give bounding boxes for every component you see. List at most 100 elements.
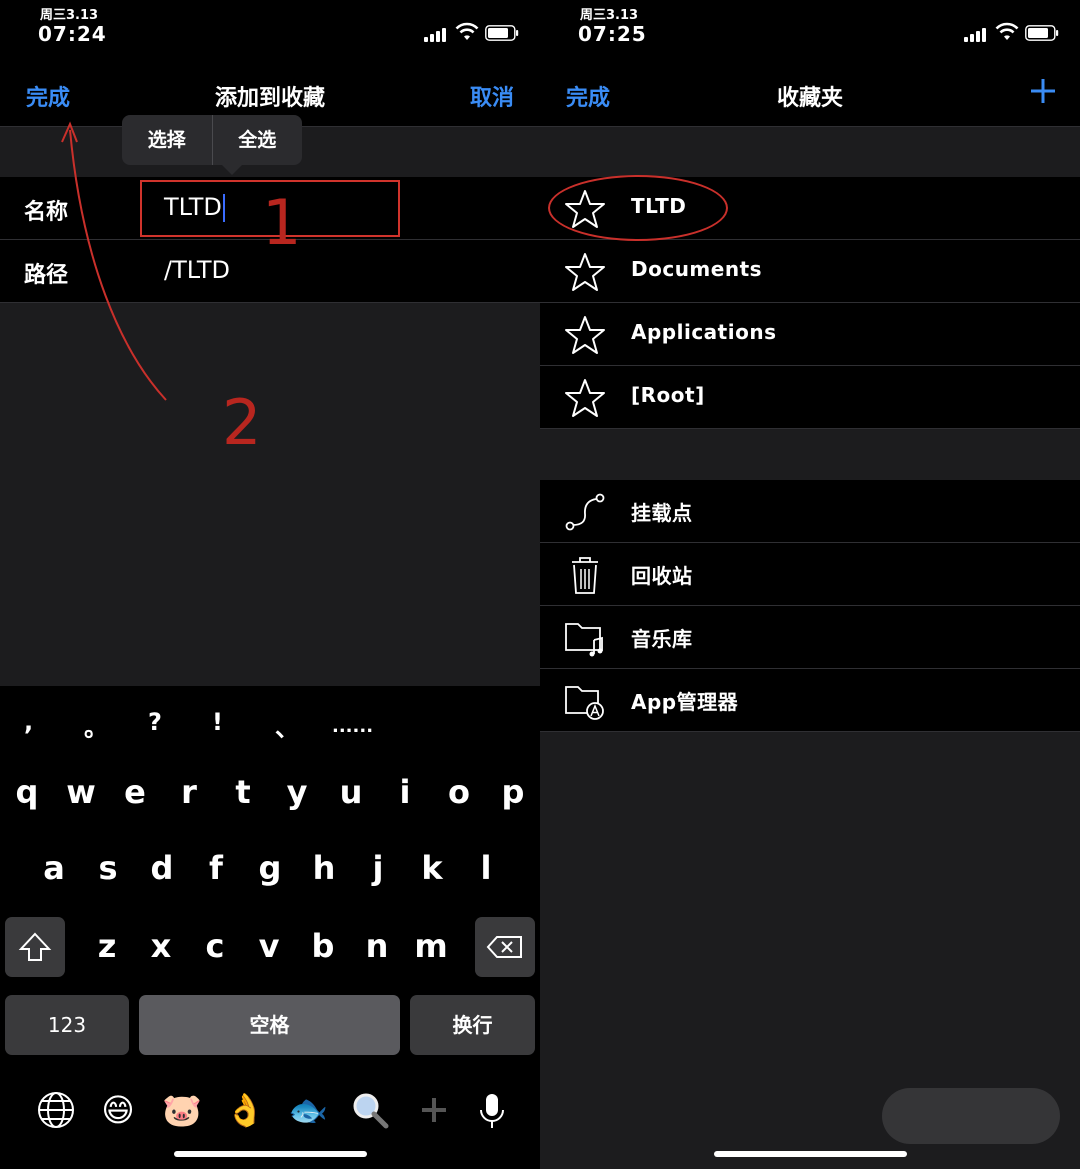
key-u[interactable]: u xyxy=(324,762,378,822)
location-label: 回收站 xyxy=(631,564,693,588)
emoji-ok-hand-icon[interactable]: 👌 xyxy=(225,1090,265,1130)
add-favorite-screen: 周三3.13 07:24 完成 添加到收藏 取消 名称 TLTD 路径 /TLT… xyxy=(0,0,540,1169)
key-m[interactable]: m xyxy=(404,916,458,976)
cancel-button[interactable]: 取消 xyxy=(470,80,514,112)
favorite-item-documents[interactable]: Documents xyxy=(540,240,1080,303)
status-date: 周三3.13 xyxy=(40,8,99,23)
battery-icon xyxy=(485,25,519,41)
punctuation-row: , 。 ? ! 、 ...... xyxy=(0,686,540,762)
key-i[interactable]: i xyxy=(378,762,432,822)
shift-key[interactable] xyxy=(5,917,65,977)
keyboard-toolbar: 😄 🐷 👌 🐟 xyxy=(0,1082,540,1142)
watermark-blur xyxy=(882,1088,1060,1144)
app-folder-icon xyxy=(565,686,604,720)
home-indicator[interactable] xyxy=(714,1151,907,1157)
space-key[interactable]: 空格 xyxy=(139,995,400,1055)
wifi-icon xyxy=(995,22,1019,40)
wifi-icon xyxy=(455,22,479,40)
page-title: 收藏夹 xyxy=(776,86,843,111)
key-question[interactable]: ? xyxy=(148,708,162,736)
numbers-key[interactable]: 123 xyxy=(5,995,129,1055)
delete-key[interactable] xyxy=(475,917,535,977)
annotation-step-2: 2 xyxy=(222,386,262,459)
key-enumeration-comma[interactable]: 、 xyxy=(275,708,299,743)
location-label: 挂载点 xyxy=(631,501,693,525)
key-s[interactable]: s xyxy=(81,838,135,898)
path-label: 路径 xyxy=(24,263,69,288)
key-e[interactable]: e xyxy=(108,762,162,822)
star-icon xyxy=(565,253,605,291)
location-item-mount-points[interactable]: 挂载点 xyxy=(540,480,1080,543)
key-h[interactable]: h xyxy=(297,838,351,898)
key-y[interactable]: y xyxy=(270,762,324,822)
status-time: 07:25 xyxy=(578,22,647,46)
key-w[interactable]: w xyxy=(54,762,108,822)
key-b[interactable]: b xyxy=(296,916,350,976)
key-o[interactable]: o xyxy=(432,762,486,822)
location-item-trash[interactable]: 回收站 xyxy=(540,543,1080,606)
key-comma[interactable]: , xyxy=(24,708,33,736)
key-k[interactable]: k xyxy=(405,838,459,898)
key-t[interactable]: t xyxy=(216,762,270,822)
key-exclaim[interactable]: ! xyxy=(212,708,223,736)
status-time: 07:24 xyxy=(38,22,107,46)
emoji-fish-icon[interactable]: 🐟 xyxy=(288,1090,328,1130)
key-period[interactable]: 。 xyxy=(84,708,108,743)
key-a[interactable]: a xyxy=(27,838,81,898)
select-menu-item[interactable]: 选择 xyxy=(122,115,213,165)
cellular-signal-icon xyxy=(424,26,450,42)
location-label: 音乐库 xyxy=(631,627,693,651)
key-g[interactable]: g xyxy=(243,838,297,898)
favorite-item-root[interactable]: [Root] xyxy=(540,366,1080,429)
music-folder-icon xyxy=(565,623,603,657)
page-title: 添加到收藏 xyxy=(214,86,325,111)
key-j[interactable]: j xyxy=(351,838,405,898)
home-indicator[interactable] xyxy=(174,1151,367,1157)
edit-menu-pointer xyxy=(222,165,242,175)
mount-point-icon xyxy=(565,493,605,531)
status-bar: 周三3.13 07:25 xyxy=(540,0,1080,60)
key-q[interactable]: q xyxy=(0,762,54,822)
star-icon xyxy=(565,316,605,354)
key-n[interactable]: n xyxy=(350,916,404,976)
globe-icon[interactable] xyxy=(36,1090,76,1130)
location-label: App管理器 xyxy=(631,690,739,714)
location-item-music-library[interactable]: 音乐库 xyxy=(540,606,1080,669)
status-bar: 周三3.13 07:24 xyxy=(0,0,540,60)
location-item-app-manager[interactable]: App管理器 xyxy=(540,669,1080,732)
annotation-step-1: 1 xyxy=(262,186,302,259)
favorite-label: Applications xyxy=(631,320,777,344)
key-p[interactable]: p xyxy=(486,762,540,822)
key-v[interactable]: v xyxy=(242,916,296,976)
nav-bar: 完成 收藏夹 xyxy=(540,60,1080,127)
microphone-icon[interactable] xyxy=(472,1090,512,1130)
key-ellipsis[interactable]: ...... xyxy=(332,716,373,737)
key-f[interactable]: f xyxy=(189,838,243,898)
favorite-label: Documents xyxy=(631,257,763,281)
add-icon[interactable] xyxy=(1028,76,1058,106)
shift-icon xyxy=(18,932,52,961)
plus-icon[interactable] xyxy=(414,1090,454,1130)
key-c[interactable]: c xyxy=(188,916,242,976)
status-date: 周三3.13 xyxy=(580,8,639,23)
cellular-signal-icon xyxy=(964,26,990,42)
favorite-label: [Root] xyxy=(631,383,705,407)
keyboard: , 。 ? ! 、 ...... q w e r t y u i o p a s… xyxy=(0,686,540,1169)
key-x[interactable]: x xyxy=(134,916,188,976)
edit-menu: 选择 全选 xyxy=(122,115,303,175)
battery-icon xyxy=(1025,25,1059,41)
key-d[interactable]: d xyxy=(135,838,189,898)
emoji-grin-icon[interactable]: 😄 xyxy=(98,1090,138,1130)
path-field[interactable]: /TLTD xyxy=(164,256,230,284)
favorite-item-applications[interactable]: Applications xyxy=(540,303,1080,366)
search-icon[interactable] xyxy=(350,1090,390,1130)
key-r[interactable]: r xyxy=(162,762,216,822)
select-all-menu-item[interactable]: 全选 xyxy=(213,115,303,165)
key-l[interactable]: l xyxy=(459,838,513,898)
return-key[interactable]: 换行 xyxy=(410,995,535,1055)
emoji-pig-icon[interactable]: 🐷 xyxy=(162,1090,202,1130)
star-icon xyxy=(565,379,605,417)
annotation-highlight-oval xyxy=(548,175,728,241)
key-z[interactable]: z xyxy=(80,916,134,976)
backspace-icon xyxy=(486,936,522,958)
